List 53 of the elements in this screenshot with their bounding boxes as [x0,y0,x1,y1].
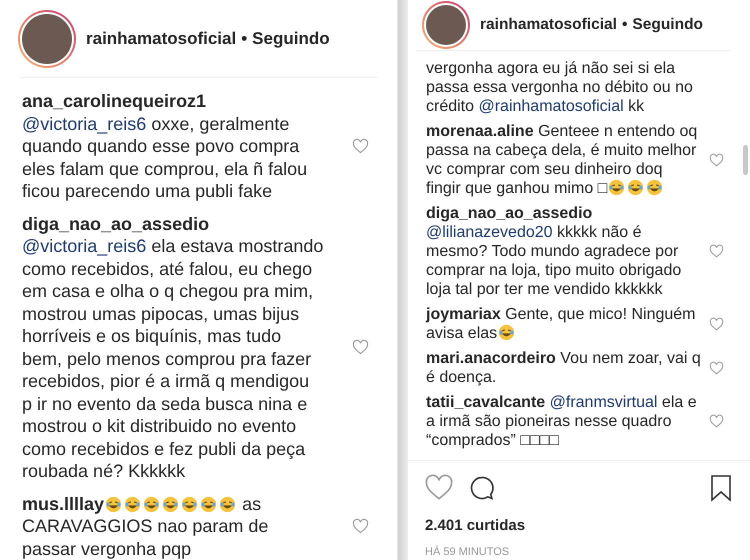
follow-status[interactable]: Seguindo [632,13,704,37]
comment-text: vergonha agora eu já não sei si ela passa essa vergonha no débito ou no crédito @rainhamatosoficial kk [426,59,694,116]
comment-text: tatii_cavalcante @franmsvirtual ela e a irmã são pioneiras nesse quadro “comprados” □□□□ [426,393,698,450]
heart-icon[interactable] [709,152,724,168]
comment-text: morenaa.aline Genteee n entendo oq passa na cabeça dela, é muito melhor vc comprar com seu dinheiro doq fingir que ganhou mimo □ [426,122,698,198]
username-link[interactable]: mari.anacordeiro [426,350,556,367]
separator-dot: • [622,15,628,36]
scrollbar[interactable] [743,145,748,175]
laughing-face-icon [608,179,626,196]
username-link[interactable]: diga_nao_ao_assedio [22,214,210,234]
mention-link[interactable]: @lilianazevedo20 [426,224,553,241]
mention-link[interactable]: @rainhamatosoficial [478,98,624,115]
username-link[interactable]: tatii_cavalcante [426,394,546,411]
mention-link[interactable]: @victoria_reis6 [22,236,146,256]
laughing-face-icon [124,496,142,512]
heart-icon[interactable] [352,138,369,155]
laughing-face-icon [498,324,516,341]
comment-text: joymariax Gente, que mico! Ninguém avisa elas [426,305,696,343]
comment-text: diga_nao_ao_assedio @lilianazevedo20 kkkkk não é mesmo? Todo mundo agradece por comprar na loja, tipo muito obrigado loja tal por ter me vendido kkkkkk [426,204,682,299]
comment-icon[interactable] [468,474,496,502]
username-link[interactable]: joymariax [426,306,501,323]
laughing-face-icon [143,496,160,512]
comment-text: mus.llllay as CARAVAGGIOS nao param de passar vergonha pqp [22,492,270,560]
laughing-face-icon [200,496,218,512]
heart-icon[interactable] [352,339,369,356]
laughing-face-icon [181,496,198,512]
heart-icon[interactable] [352,518,369,535]
separator-dot: • [241,28,248,50]
laughing-face-icon [162,496,180,512]
username-link[interactable]: diga_nao_ao_assedio [426,205,592,222]
bookmark-icon[interactable] [710,474,732,502]
username-link[interactable]: mus.llllay [22,494,104,514]
post-time: HÁ 59 MINUTOS [424,544,510,560]
username-link[interactable]: morenaa.aline [426,123,534,140]
laughing-face-icon [105,496,122,512]
comment-text: diga_nao_ao_assedio @victoria_reis6 ela estava mostrando como recebidos, até falou, eu chego em casa e olha o q chegou pra mim, mostrou umas pipocas, umas bijus horríveis e os biquínis, mas tudo bem, pelo menos comprou pra fazer recebidos, pior é a irmã q mendigou p ir no evento da seda busca nina e mostrou o kit distribuido no evento como recebidos e fez publi da peça roubada né? Kkkkkk [22,212,324,482]
avatar[interactable] [422,1,470,49]
likes-count[interactable]: 2.401 curtidas [408,503,750,538]
laughing-face-icon [627,179,644,196]
username-link[interactable]: rainhamatosoficial [480,13,617,37]
heart-icon[interactable] [709,244,724,259]
follow-status[interactable]: Seguindo [252,26,330,52]
mention-link[interactable]: @franmsvirtual [550,394,658,411]
laughing-face-icon [646,179,664,196]
comment-text: ana_carolinequeiroz1 @victoria_reis6 oxxe, geralmente quando quando esse povo compra eles falam que comprou, ela ñ falou ficou parecendo uma publi fake [22,90,308,202]
heart-icon[interactable] [709,316,724,332]
comment-text: mari.anacordeiro Vou nem zoar, vai q é doença. [426,349,701,387]
username-link[interactable]: ana_carolinequeiroz1 [22,91,206,111]
heart-icon[interactable] [709,360,724,376]
heart-icon[interactable] [709,414,724,429]
laughing-face-icon [219,496,236,512]
username-link[interactable]: rainhamatosoficial [86,26,236,52]
mention-link[interactable]: @victoria_reis6 [22,114,146,134]
